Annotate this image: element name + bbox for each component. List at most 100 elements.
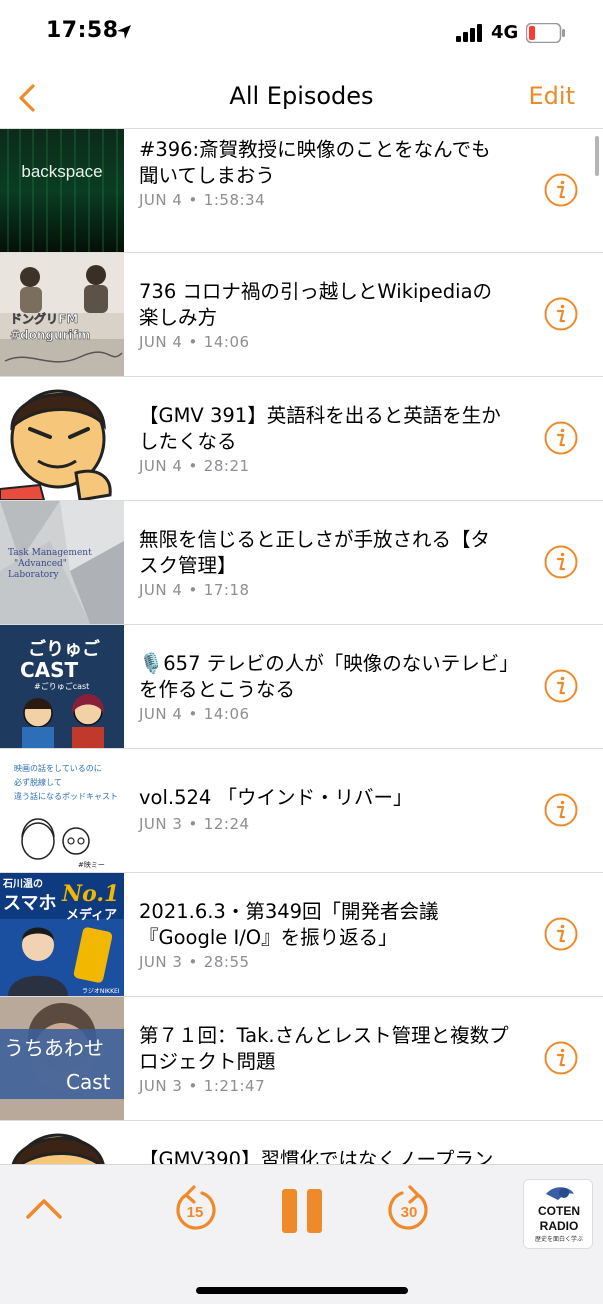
episode-row[interactable]: 石川温の スマホ No.1 メディア ラジオNIKKEI 2021.6.3・第3… <box>0 873 603 997</box>
episode-duration: 14:06 <box>203 705 250 723</box>
artwork-label: Laboratory <box>8 570 60 580</box>
episode-meta: JUN 4 • 1:58:34 <box>139 191 266 209</box>
artwork-label: 必ず脱線して <box>14 777 62 787</box>
episode-meta: JUN 4 • 28:21 <box>139 457 250 475</box>
episode-meta: JUN 4 • 17:18 <box>139 581 250 599</box>
status-time: 17:58 <box>46 18 119 43</box>
episode-meta: JUN 3 • 28:55 <box>139 953 250 971</box>
artwork-label: 石川温の <box>2 877 43 890</box>
podcast-artwork: 石川温の スマホ No.1 メディア ラジオNIKKEI <box>0 873 124 996</box>
episode-row[interactable]: backspace #396:斎賀教授に映像のことをなんでも聞いてしまおう JU… <box>0 129 603 253</box>
skip-back-label: 15 <box>187 1204 204 1221</box>
artwork-label: RADIO <box>540 1219 579 1233</box>
artwork-label: Cast <box>66 1070 111 1094</box>
network-type: 4G <box>491 22 519 43</box>
artwork-label: ラジオNIKKEI <box>82 988 120 995</box>
episode-meta: JUN 4 • 14:06 <box>139 705 250 723</box>
artwork-label: メディア <box>66 907 117 923</box>
artwork-label: 映画の話をしているのに <box>14 763 102 773</box>
chevron-up-icon[interactable] <box>24 1195 64 1221</box>
podcast-artwork: うちあわせ Cast <box>0 997 124 1120</box>
artwork-label: Task Management <box>8 548 92 558</box>
podcast-artwork <box>0 1121 124 1164</box>
artwork-label: backspace <box>21 162 102 181</box>
episode-row[interactable]: ごりゅご CAST #ごりゅごcast 🎙️657 テレビの人が「映像のないテレ… <box>0 625 603 749</box>
mini-player: 15 30 COTEN RADIO 歴史を面白く学ぶ <box>0 1164 603 1304</box>
artwork-label: COTEN <box>538 1204 580 1218</box>
podcast-artwork: Task Management "Advanced" Laboratory <box>0 501 124 624</box>
artwork-label: #映ミー <box>78 860 105 869</box>
episode-row[interactable]: ドングリFM #dongurifm 736 コロナ禍の引っ越しとWikipedi… <box>0 253 603 377</box>
skip-forward-label: 30 <box>401 1204 418 1221</box>
artwork-label: スマホ <box>3 893 56 914</box>
podcast-artwork: ドングリFM #dongurifm <box>0 253 124 376</box>
cellular-signal-icon <box>456 24 482 42</box>
home-indicator <box>196 1287 408 1294</box>
info-icon[interactable] <box>544 669 578 703</box>
skip-back-15-icon[interactable]: 15 <box>172 1183 218 1237</box>
artwork-label: CAST <box>20 658 79 682</box>
episode-title: vol.524 「ウインド・リバー」 <box>139 786 413 809</box>
episode-row[interactable]: 【GMV390】習慣化ではなくノープランで続く <box>0 1121 603 1164</box>
episode-duration: 1:21:47 <box>203 1077 266 1095</box>
page-title: All Episodes <box>229 82 374 110</box>
location-arrow-icon <box>117 25 131 39</box>
artwork-label: 歴史を面白く学ぶ <box>535 1235 583 1243</box>
episode-list[interactable]: backspace #396:斎賀教授に映像のことをなんでも聞いてしまおう JU… <box>0 128 603 1164</box>
artwork-label: うちあわせ <box>4 1036 104 1060</box>
episode-title: 🎙️657 テレビの人が「映像のないテレビ」を作るとこうなる <box>139 652 509 701</box>
now-playing-artwork[interactable]: COTEN RADIO 歴史を面白く学ぶ <box>523 1179 593 1249</box>
episode-row[interactable]: Task Management "Advanced" Laboratory 無限… <box>0 501 603 625</box>
pause-icon[interactable] <box>280 1187 324 1235</box>
episode-date: JUN 4 <box>139 191 183 209</box>
info-icon[interactable] <box>544 297 578 331</box>
info-icon[interactable] <box>544 917 578 951</box>
chevron-left-icon[interactable] <box>14 82 40 114</box>
episode-date: JUN 4 <box>139 457 183 475</box>
artwork-label: "Advanced" <box>14 559 67 569</box>
scroll-indicator[interactable] <box>595 136 599 176</box>
episode-date: JUN 3 <box>139 815 183 833</box>
episode-duration: 1:58:34 <box>203 191 266 209</box>
artwork-label: ドングリFM <box>10 311 78 326</box>
episode-meta: JUN 3 • 12:24 <box>139 815 250 833</box>
episode-date: JUN 4 <box>139 581 183 599</box>
artwork-label: No.1 <box>61 881 119 907</box>
artwork-label: 違う話になるポッドキャスト <box>14 791 118 801</box>
podcast-artwork: 映画の話をしているのに 必ず脱線して 違う話になるポッドキャスト #映ミー <box>0 749 124 872</box>
episode-row[interactable]: 映画の話をしているのに 必ず脱線して 違う話になるポッドキャスト #映ミー vo… <box>0 749 603 873</box>
podcast-artwork: backspace <box>0 129 124 252</box>
episode-meta: JUN 4 • 14:06 <box>139 333 250 351</box>
episode-date: JUN 3 <box>139 1077 183 1095</box>
info-icon[interactable] <box>544 545 578 579</box>
episode-date: JUN 4 <box>139 705 183 723</box>
podcast-artwork <box>0 377 124 500</box>
episode-duration: 28:21 <box>203 457 250 475</box>
info-icon[interactable] <box>544 793 578 827</box>
info-icon[interactable] <box>544 421 578 455</box>
episode-duration: 28:55 <box>203 953 250 971</box>
episode-row[interactable]: 【GMV 391】英語科を出ると英語を生かしたくなる JUN 4 • 28:21 <box>0 377 603 501</box>
episode-title: #396:斎賀教授に映像のことをなんでも聞いてしまおう <box>139 138 491 187</box>
skip-forward-30-icon[interactable]: 30 <box>386 1183 432 1237</box>
edit-button[interactable]: Edit <box>529 82 575 110</box>
artwork-label: #dongurifm <box>10 328 90 342</box>
artwork-label: #ごりゅごcast <box>34 681 89 691</box>
episode-date: JUN 3 <box>139 953 183 971</box>
artwork-label: ごりゅご <box>28 638 100 660</box>
navigation-bar: All Episodes Edit <box>0 66 603 128</box>
episode-title: 【GMV390】習慣化ではなくノープランで続く <box>139 1148 494 1164</box>
episode-title: 【GMV 391】英語科を出ると英語を生かしたくなる <box>139 404 501 453</box>
battery-low-icon <box>526 23 565 43</box>
podcast-artwork: ごりゅご CAST #ごりゅごcast <box>0 625 124 748</box>
episode-duration: 14:06 <box>203 333 250 351</box>
episode-title: 無限を信じると正しさが手放される【タスク管理】 <box>139 528 491 577</box>
status-bar: 17:58 4G <box>0 0 603 66</box>
info-icon[interactable] <box>544 173 578 207</box>
episode-row[interactable]: うちあわせ Cast 第７１回：Tak.さんとレスト管理と複数プロジェクト問題 … <box>0 997 603 1121</box>
episode-title: 第７１回：Tak.さんとレスト管理と複数プロジェクト問題 <box>139 1024 509 1073</box>
episode-duration: 12:24 <box>203 815 250 833</box>
episode-date: JUN 4 <box>139 333 183 351</box>
info-icon[interactable] <box>544 1041 578 1075</box>
episode-title: 2021.6.3・第349回「開発者会議『Google I/O』を振り返る」 <box>139 900 439 949</box>
